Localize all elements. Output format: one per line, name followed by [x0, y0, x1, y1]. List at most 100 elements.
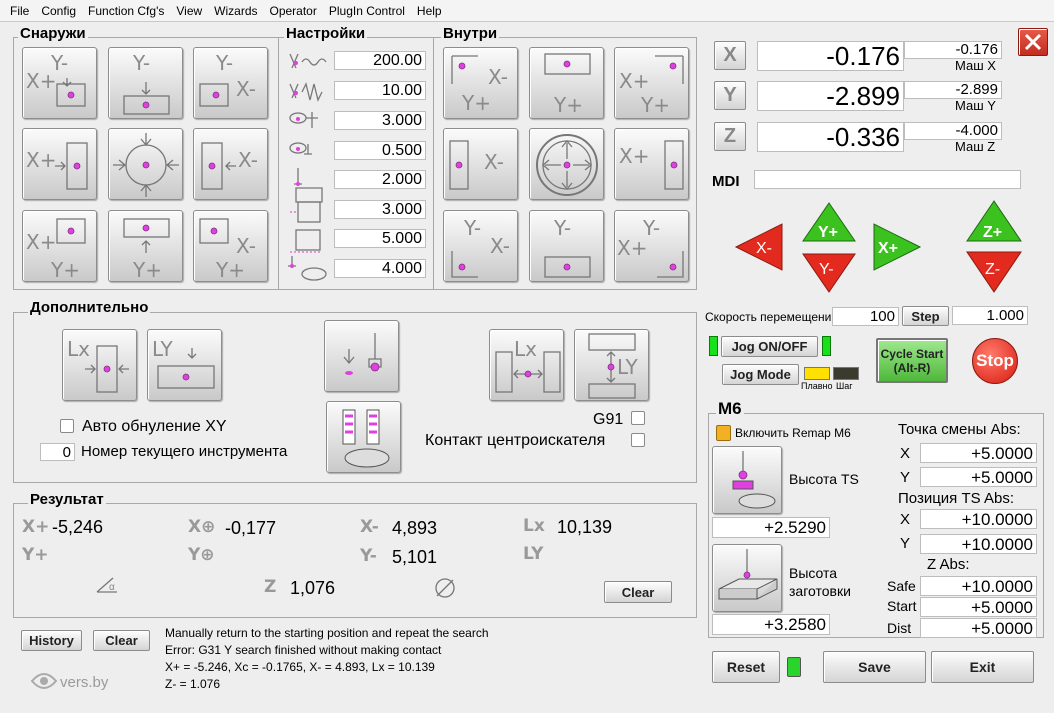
cp-x-label: X: [900, 445, 911, 462]
jog-onoff-button[interactable]: Jog ON/OFF: [721, 336, 818, 357]
speed-field[interactable]: 100: [832, 307, 899, 326]
measure-ly-inside-button[interactable]: LY: [574, 329, 649, 401]
probe-inside-corner-bl-button[interactable]: Y- X-: [443, 210, 518, 282]
probe-z-surface-button[interactable]: [324, 320, 399, 392]
menu-config[interactable]: Config: [35, 4, 82, 18]
probe-outside-center-button[interactable]: [108, 128, 183, 200]
probe-inside-center-button[interactable]: [529, 128, 604, 200]
svg-text:X-: X-: [238, 148, 258, 172]
zero-y-button[interactable]: Y: [714, 81, 746, 110]
dro-mach-y-field[interactable]: -2.899: [904, 81, 1002, 99]
menu-operator[interactable]: Operator: [264, 4, 323, 18]
mach-x-label: Маш X: [955, 58, 996, 73]
probe-outside-corner-tl-button[interactable]: X+ Y-: [22, 47, 97, 119]
probe-inside-y-minus-button[interactable]: Y-: [529, 210, 604, 282]
probe-outside-corner-br-button[interactable]: X- Y+: [193, 210, 268, 282]
jog-z-minus-button[interactable]: Z-: [965, 250, 1023, 297]
probe-outside-corner-bl-button[interactable]: X+ Y+: [22, 210, 97, 282]
probe-corner-icon: X+Y-: [26, 51, 86, 107]
jog-x-minus-button[interactable]: X-: [734, 222, 784, 275]
probe-inside-x-minus-button[interactable]: X-: [443, 128, 518, 200]
jog-y-plus-label: Y+: [818, 224, 838, 241]
menu-file[interactable]: File: [4, 4, 35, 18]
settings-plate-thickness-field[interactable]: 4.000: [334, 259, 426, 278]
settings-backoff-field[interactable]: 0.500: [334, 141, 426, 160]
step-button[interactable]: Step: [902, 306, 949, 326]
menu-function-cfgs[interactable]: Function Cfg's: [82, 4, 170, 18]
change-point-x-field[interactable]: +5.0000: [920, 443, 1037, 463]
dro-mach-x-field[interactable]: -0.176: [904, 41, 1002, 59]
change-point-y-field[interactable]: +5.0000: [920, 467, 1037, 487]
result-clear-button[interactable]: Clear: [604, 581, 672, 603]
result-yplus-icon: Y+: [22, 545, 49, 565]
dro-mach-z-field[interactable]: -4.000: [904, 122, 1002, 140]
probe-outside-x-minus-button[interactable]: X-: [193, 128, 268, 200]
ts-height-button[interactable]: [712, 446, 782, 514]
settings-clearance-field[interactable]: 5.000: [334, 229, 426, 248]
menu-plugin-control[interactable]: PlugIn Control: [323, 4, 411, 18]
probe-inside-y-plus-button[interactable]: Y+: [529, 47, 604, 119]
workpiece-height-field[interactable]: +3.2580: [712, 614, 830, 635]
tool-measure-button[interactable]: [326, 401, 401, 473]
history-button[interactable]: History: [21, 630, 82, 651]
svg-text:Y+: Y+: [132, 258, 162, 282]
probe-inside-x-plus-button[interactable]: X+: [614, 128, 689, 200]
z-safe-field[interactable]: +10.0000: [920, 576, 1037, 596]
settings-z-depth-field[interactable]: 2.000: [334, 170, 426, 189]
probe-outside-y-minus-button[interactable]: Y-: [108, 47, 183, 119]
menu-wizards[interactable]: Wizards: [208, 4, 263, 18]
probe-inside-corner-tl-button[interactable]: X- Y+: [443, 47, 518, 119]
ts-height-field[interactable]: +2.5290: [712, 517, 830, 538]
z-start-field[interactable]: +5.0000: [920, 597, 1037, 617]
jog-y-minus-button[interactable]: Y-: [801, 252, 857, 297]
ts-position-x-field[interactable]: +10.0000: [920, 509, 1037, 529]
dro-z-field[interactable]: -0.336: [757, 122, 904, 152]
probe-outside-y-plus-button[interactable]: Y+: [108, 210, 183, 282]
jog-x-plus-label: X+: [878, 240, 898, 257]
log-clear-button[interactable]: Clear: [93, 630, 150, 651]
probe-inside-corner-br-button[interactable]: Y- X+: [614, 210, 689, 282]
menu-view[interactable]: View: [170, 4, 208, 18]
stop-button[interactable]: Stop: [972, 338, 1018, 384]
probe-edge-icon: X+: [619, 140, 684, 190]
zero-z-button[interactable]: Z: [714, 122, 746, 151]
zero-x-button[interactable]: X: [714, 41, 746, 70]
probe-outside-corner-tr-button[interactable]: X- Y-: [193, 47, 268, 119]
exit-button[interactable]: Exit: [931, 651, 1034, 683]
settings-probe-diameter-field[interactable]: 3.000: [334, 111, 426, 130]
close-icon: [1024, 33, 1042, 51]
settings-fast-feed-field[interactable]: 200.00: [334, 51, 426, 70]
dro-y-field[interactable]: -2.899: [757, 81, 904, 111]
reset-button[interactable]: Reset: [712, 651, 780, 683]
z-dist-field[interactable]: +5.0000: [920, 618, 1037, 638]
probe-inside-corner-tr-button[interactable]: X+ Y+: [614, 47, 689, 119]
measure-lx-inside-button[interactable]: Lx: [489, 329, 564, 401]
mdi-input[interactable]: [754, 170, 1021, 189]
cycle-start-hint: (Alt-R): [893, 360, 931, 375]
close-button[interactable]: [1018, 28, 1048, 56]
jog-z-plus-button[interactable]: Z+: [965, 199, 1023, 246]
settings-slow-feed-field[interactable]: 10.00: [334, 81, 426, 100]
settings-edge-offset-field[interactable]: 3.000: [334, 200, 426, 219]
stop-label: Stop: [976, 351, 1014, 370]
jog-x-plus-button[interactable]: X+: [872, 222, 922, 275]
save-button[interactable]: Save: [823, 651, 926, 683]
jog-mode-button[interactable]: Jog Mode: [722, 364, 799, 385]
probe-corner-icon: Y- X-: [451, 216, 510, 278]
ts-position-y-field[interactable]: +10.0000: [920, 534, 1037, 554]
workpiece-height-button[interactable]: [712, 544, 782, 612]
measure-lx-outside-button[interactable]: Lx: [62, 329, 137, 401]
jog-y-plus-button[interactable]: Y+: [801, 201, 857, 246]
remap-m6-toggle[interactable]: [716, 425, 731, 441]
probe-outside-x-plus-button[interactable]: X+: [22, 128, 97, 200]
step-field[interactable]: 1.000: [952, 306, 1028, 325]
dro-x-field[interactable]: -0.176: [757, 41, 904, 71]
auto-zero-checkbox[interactable]: [60, 419, 74, 433]
menu-help[interactable]: Help: [411, 4, 448, 18]
jog-led-right: [822, 336, 831, 356]
svg-text:Y-: Y-: [132, 51, 150, 75]
measure-ly-outside-button[interactable]: LY: [147, 329, 222, 401]
svg-text:X-: X-: [236, 77, 256, 101]
tool-number-field[interactable]: 0: [40, 443, 75, 461]
cycle-start-button[interactable]: Cycle Start (Alt-R): [876, 338, 948, 383]
